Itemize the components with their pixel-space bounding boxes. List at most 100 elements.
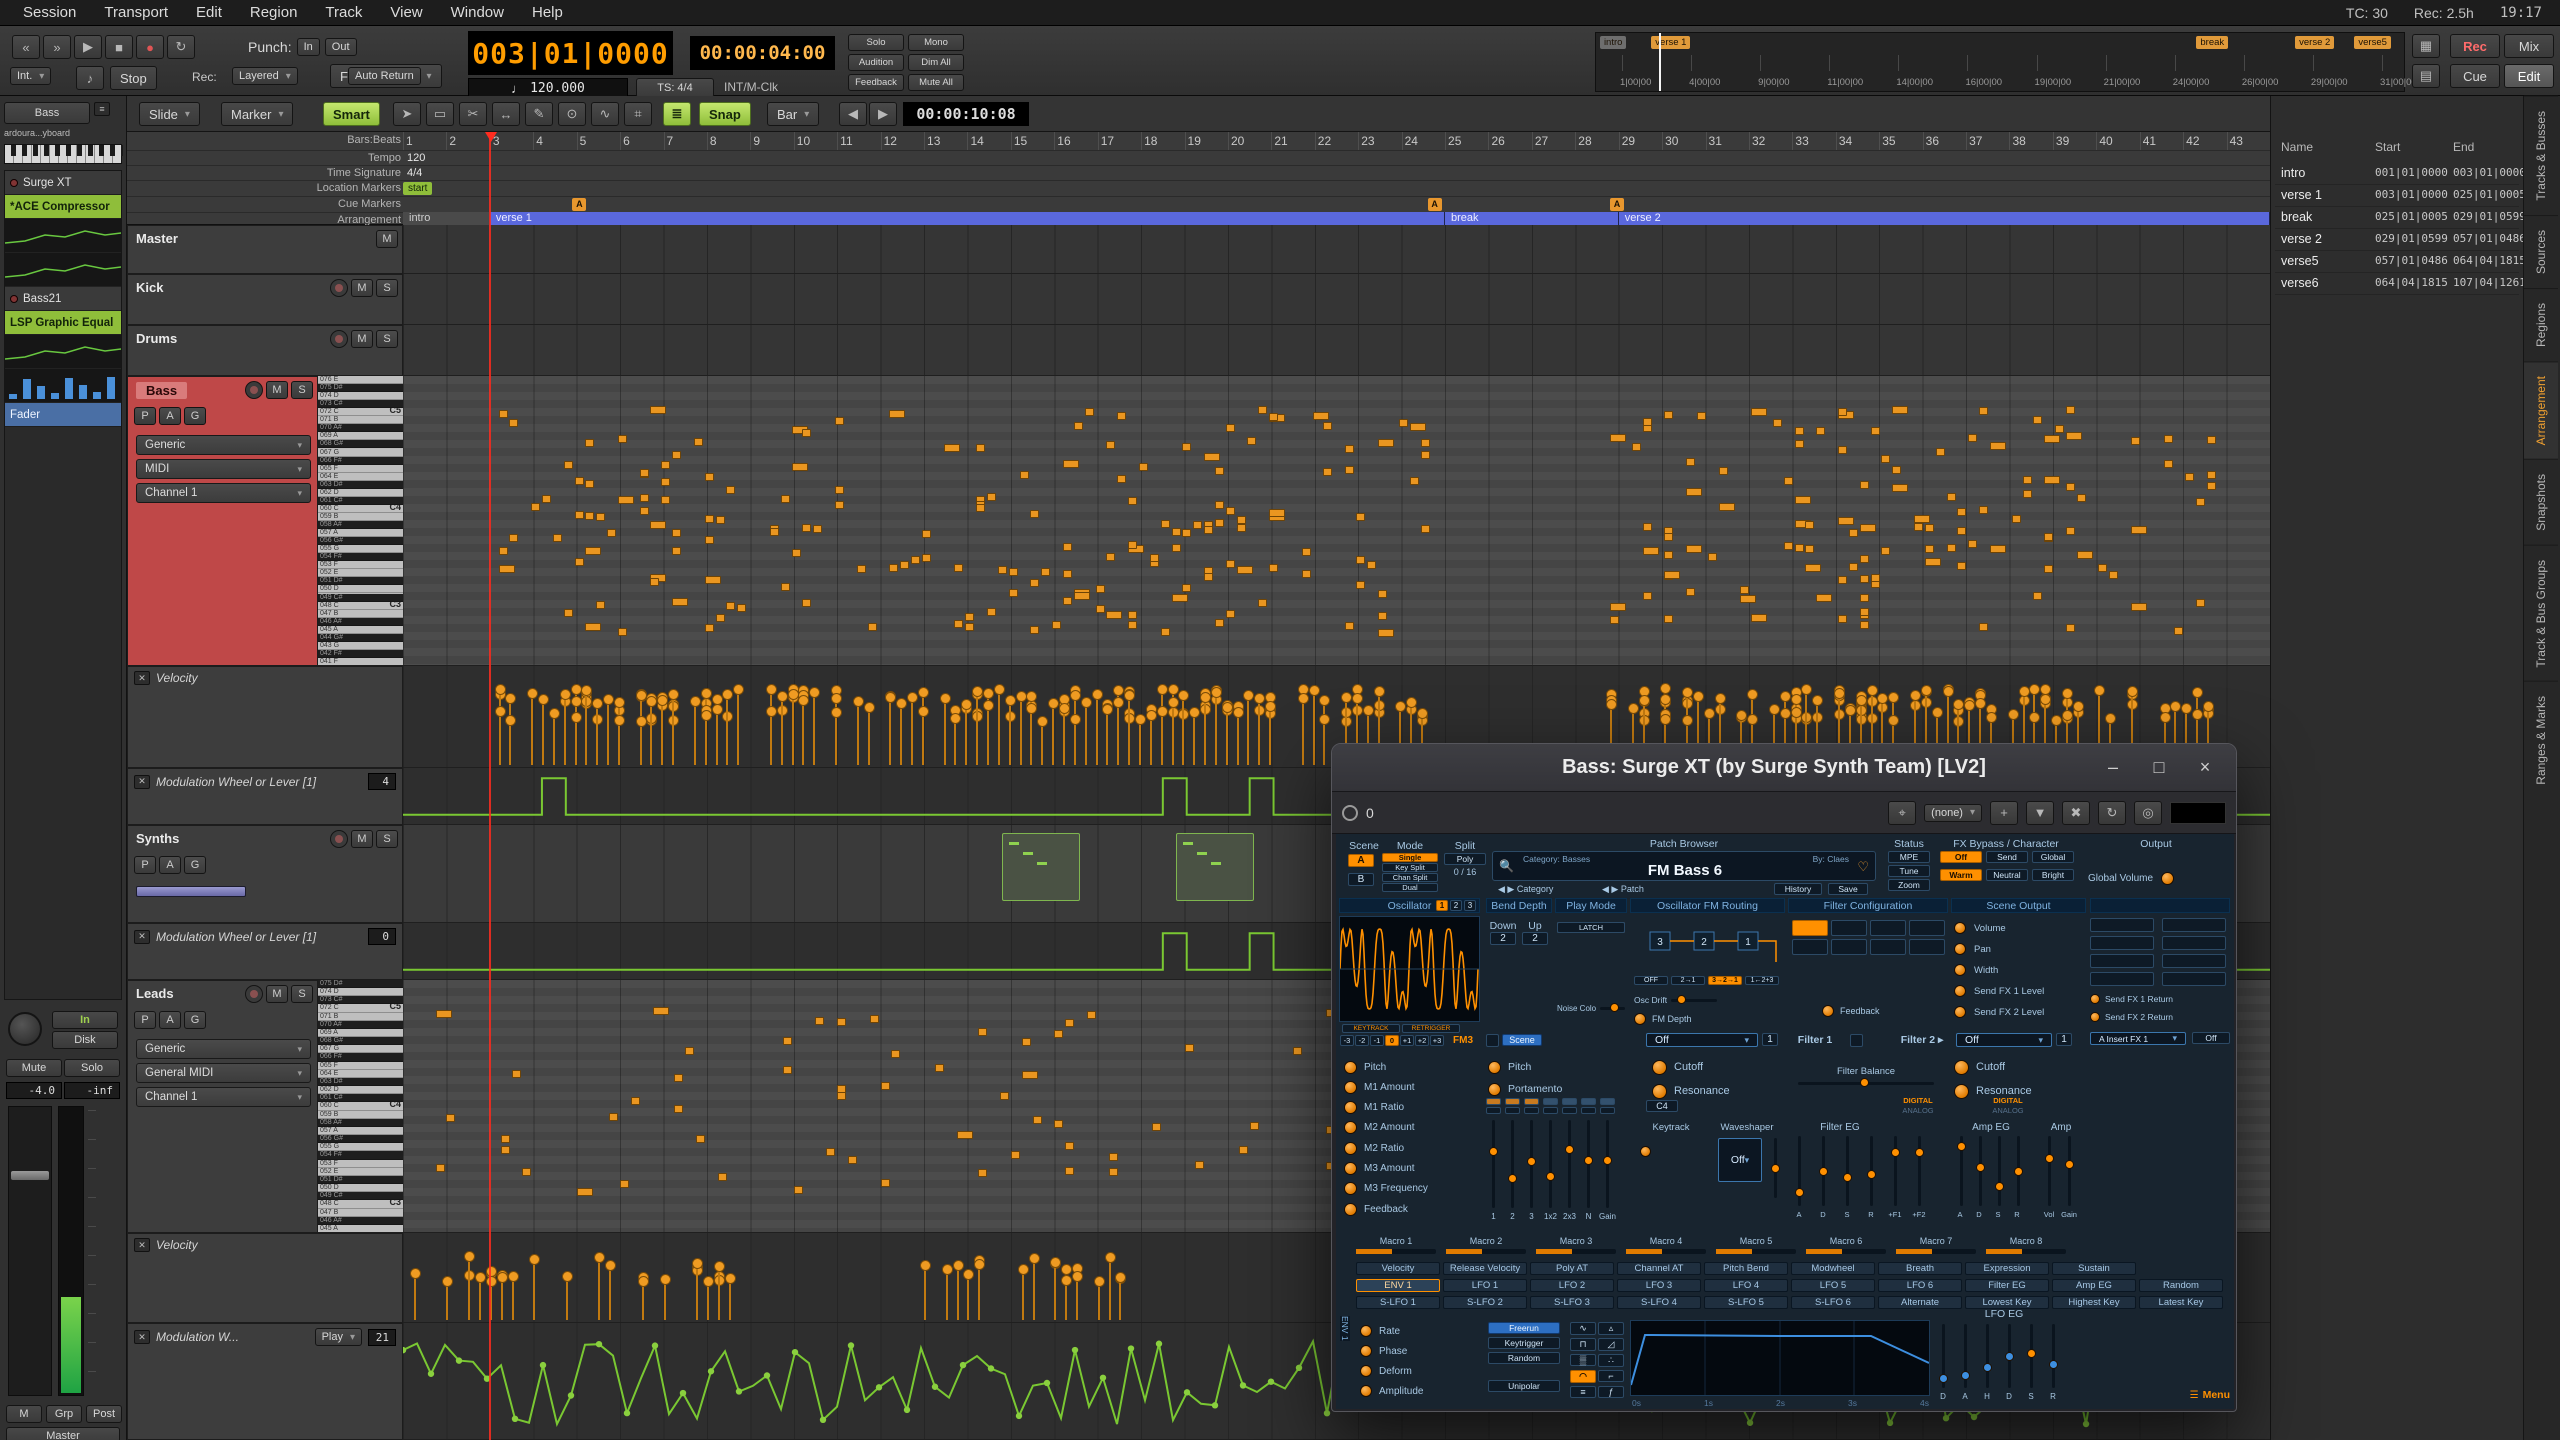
tool-2-icon[interactable]: ✂ bbox=[459, 102, 487, 126]
window-list-icon[interactable]: ▤ bbox=[2412, 64, 2440, 88]
rec-mode-select[interactable]: Layered bbox=[232, 67, 298, 85]
lfo-shape-8[interactable]: ≡ bbox=[1570, 1386, 1596, 1398]
aeg-slider-a-0[interactable] bbox=[1957, 1136, 1966, 1206]
midi-note[interactable] bbox=[2131, 602, 2148, 611]
midi-note[interactable] bbox=[1214, 519, 1224, 528]
midi-note[interactable] bbox=[1062, 542, 1072, 551]
key-70[interactable]: 070 A# bbox=[318, 1020, 403, 1029]
key-67[interactable]: 067 G bbox=[318, 1045, 403, 1054]
midi-note[interactable] bbox=[511, 1069, 521, 1078]
velocity-event[interactable] bbox=[1232, 706, 1244, 765]
minimize-icon[interactable]: – bbox=[2096, 751, 2130, 785]
keytrack-amount[interactable] bbox=[1640, 1142, 1702, 1160]
status-tune[interactable]: Tune bbox=[1888, 865, 1930, 877]
page-mix-button[interactable]: Mix bbox=[2504, 34, 2554, 58]
track-m-button[interactable]: M bbox=[351, 330, 373, 348]
midi-note[interactable] bbox=[1892, 465, 1902, 474]
midi-note[interactable] bbox=[1783, 477, 1793, 486]
midi-note[interactable] bbox=[1293, 1047, 1303, 1056]
aeg-mode-on[interactable]: DIGITAL bbox=[1984, 1096, 2032, 1105]
midi-note[interactable] bbox=[791, 463, 808, 472]
key-58[interactable]: 058 A# bbox=[318, 521, 403, 530]
velocity-event[interactable] bbox=[505, 714, 517, 765]
goto-start-button[interactable]: « bbox=[12, 35, 40, 59]
key-50[interactable]: 050 D bbox=[318, 585, 403, 594]
nudge-forward-button[interactable]: ▶ bbox=[869, 102, 897, 126]
velocity-event[interactable] bbox=[494, 706, 506, 765]
modsource-lfo-3[interactable]: LFO 3 bbox=[1617, 1279, 1701, 1292]
location-name[interactable]: intro bbox=[2281, 166, 2305, 180]
filter-config-5[interactable] bbox=[1831, 939, 1867, 955]
velocity-event[interactable] bbox=[1102, 704, 1114, 765]
velocity-event[interactable] bbox=[896, 697, 908, 765]
modsource-modwheel[interactable]: Modwheel bbox=[1791, 1262, 1875, 1275]
midi-note[interactable] bbox=[1214, 618, 1224, 627]
midi-note[interactable] bbox=[2207, 436, 2217, 445]
midi-note[interactable] bbox=[2055, 424, 2065, 433]
midi-note[interactable] bbox=[1366, 560, 1376, 569]
velocity-event[interactable] bbox=[442, 1275, 454, 1320]
oscparam-m2-amount[interactable]: M2 Amount bbox=[1344, 1119, 1476, 1137]
location-end[interactable]: 057|01|0486 bbox=[2453, 232, 2526, 245]
track-name-synths[interactable]: Synths bbox=[136, 831, 179, 846]
midi-note[interactable] bbox=[1979, 406, 1989, 415]
midi-note[interactable] bbox=[2207, 471, 2217, 480]
lfoeg-slider-0-handle[interactable] bbox=[1939, 1373, 1948, 1383]
lfo-shape-0[interactable]: ∿ bbox=[1570, 1322, 1596, 1335]
key-52[interactable]: 052 E bbox=[318, 1167, 403, 1176]
key-59[interactable]: 059 B bbox=[318, 1110, 403, 1119]
tempo-marker[interactable]: 120 bbox=[407, 152, 425, 164]
filter1-resonance[interactable]: Resonance bbox=[1652, 1082, 1782, 1100]
grid-select[interactable]: Bar bbox=[767, 102, 820, 126]
minimap-marker-verse-2[interactable]: verse 2 bbox=[2295, 36, 2335, 49]
midi-note[interactable] bbox=[1859, 575, 1869, 584]
global-volume-knob[interactable] bbox=[2161, 871, 2175, 885]
oscparam-m1-amount-knob[interactable] bbox=[1344, 1080, 1357, 1094]
midi-note[interactable] bbox=[1751, 614, 1768, 623]
mixer-solo-2x3[interactable] bbox=[1562, 1107, 1577, 1114]
midi-note[interactable] bbox=[1258, 598, 1268, 607]
midi-note[interactable] bbox=[498, 547, 508, 556]
velocity-event[interactable] bbox=[974, 1258, 986, 1320]
filter1-resonance-knob[interactable] bbox=[1652, 1083, 1667, 1099]
fm-route-0[interactable]: OFF bbox=[1634, 976, 1668, 985]
aeg-slider-a-0-handle[interactable] bbox=[1957, 1142, 1966, 1152]
sceneout-send-fx-2-level[interactable]: Send FX 2 Level bbox=[1954, 1004, 2084, 1020]
poly-mode-chip[interactable]: Poly bbox=[1444, 853, 1486, 865]
mixer-mute-1x2[interactable] bbox=[1543, 1098, 1558, 1105]
processor-box[interactable]: Surge XT *ACE Compressor Bass21 LSP Graphic… bbox=[4, 170, 122, 1000]
modsource-release-velocity[interactable]: Release Velocity bbox=[1443, 1262, 1527, 1275]
macro-slider-2[interactable] bbox=[1446, 1249, 1526, 1254]
key-57[interactable]: 057 A bbox=[318, 1126, 403, 1136]
velocity-event[interactable] bbox=[1048, 698, 1060, 765]
midi-note[interactable] bbox=[1312, 411, 1329, 420]
lfo-trigger-freerun[interactable]: Freerun bbox=[1488, 1322, 1560, 1334]
midi-note[interactable] bbox=[1946, 492, 1956, 501]
mixer-solo-2[interactable] bbox=[1505, 1107, 1520, 1114]
lfoeg-slider-2-handle[interactable] bbox=[1983, 1362, 1992, 1372]
midi-note[interactable] bbox=[965, 622, 975, 631]
track-s-button[interactable]: S bbox=[291, 985, 313, 1003]
midi-note[interactable] bbox=[672, 529, 682, 538]
window-grid-icon[interactable]: ▦ bbox=[2412, 34, 2440, 58]
record-arm-button[interactable] bbox=[245, 381, 263, 399]
midi-note[interactable] bbox=[1740, 585, 1750, 594]
velocity-event[interactable] bbox=[733, 684, 745, 765]
osc-display[interactable] bbox=[1339, 916, 1480, 1022]
key-51[interactable]: 051 D# bbox=[318, 577, 403, 586]
velocity-event[interactable] bbox=[722, 688, 734, 765]
strip-name-button[interactable]: Bass bbox=[4, 102, 90, 124]
velocity-event[interactable] bbox=[1145, 709, 1157, 765]
midi-note[interactable] bbox=[1946, 544, 1956, 553]
midi-note[interactable] bbox=[1686, 587, 1696, 596]
tab-sources[interactable]: Sources bbox=[2524, 214, 2558, 288]
velocity-event[interactable] bbox=[702, 1275, 714, 1320]
midi-note[interactable] bbox=[1171, 544, 1181, 553]
mixer-mute-2[interactable] bbox=[1505, 1098, 1520, 1105]
velocity-event[interactable] bbox=[1058, 702, 1070, 765]
midi-note[interactable] bbox=[1193, 521, 1203, 530]
midi-note[interactable] bbox=[835, 417, 844, 426]
midi-note[interactable] bbox=[943, 443, 960, 452]
osc-octave-5[interactable]: +2 bbox=[1415, 1035, 1429, 1046]
save-preset-icon[interactable]: ▼ bbox=[2026, 800, 2054, 825]
